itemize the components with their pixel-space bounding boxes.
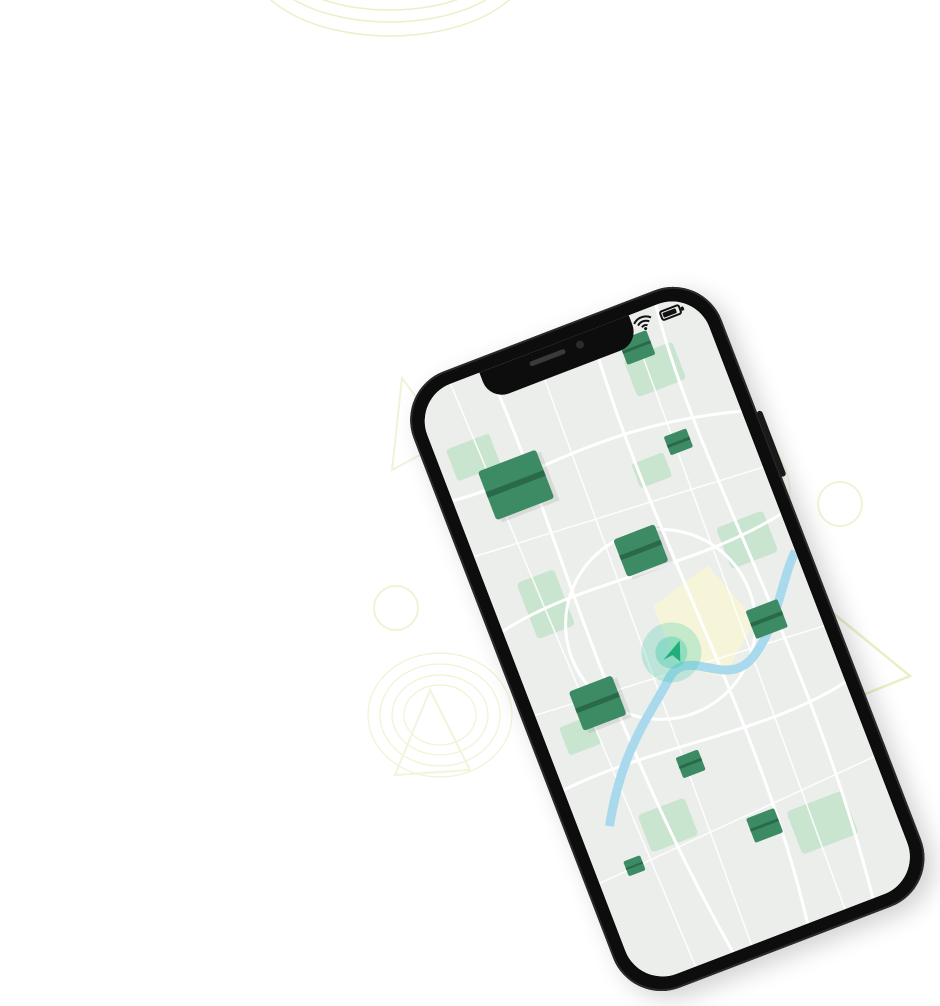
front-camera (574, 339, 586, 350)
contour-arcs-top (269, 0, 511, 37)
hero-scene (0, 0, 940, 1006)
triangle-shape-bottom (393, 687, 472, 777)
circle-shape-left (373, 585, 419, 631)
phone-screen (413, 289, 922, 989)
delivery-map[interactable] (413, 289, 922, 989)
speaker-grille (528, 348, 567, 367)
battery-fill (662, 307, 678, 318)
circle-shape-right (817, 481, 863, 527)
contour-cluster-bottom (367, 652, 513, 778)
phone-mockup (395, 271, 940, 1006)
